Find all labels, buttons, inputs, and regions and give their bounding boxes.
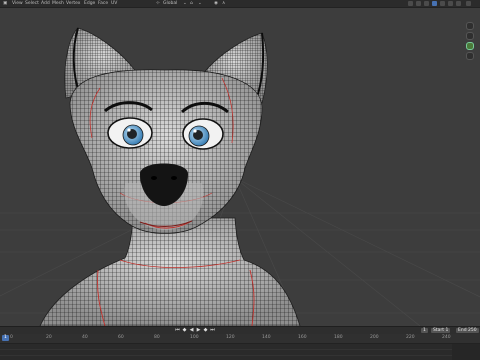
chevron-down-icon: ⌄: [183, 1, 187, 6]
3d-viewport[interactable]: [0, 8, 480, 326]
pivot-icon[interactable]: ⊹: [156, 0, 160, 7]
menu-mesh[interactable]: Mesh: [52, 0, 64, 7]
current-frame-field[interactable]: 1: [421, 328, 428, 333]
ruler-tick: 160: [298, 335, 307, 340]
ruler-tick: 240: [442, 335, 451, 340]
timeline-row-divider: [0, 355, 480, 356]
menu-vertex[interactable]: Vertex: [66, 0, 80, 7]
overlay-toggle-icon[interactable]: [408, 1, 413, 6]
timeline-row-divider: [0, 349, 480, 350]
ruler-tick: 60: [118, 335, 124, 340]
navigation-gizmo[interactable]: [462, 22, 478, 66]
falloff-icon[interactable]: ∧: [222, 0, 225, 7]
ruler-tick: 100: [190, 335, 199, 340]
start-label: Start: [433, 328, 444, 333]
jump-start-icon[interactable]: ⏮: [175, 328, 180, 333]
timeline-out-of-range: [452, 344, 480, 360]
ruler-tick: 180: [334, 335, 343, 340]
next-keyframe-icon[interactable]: ◆: [203, 328, 208, 333]
editor-header: ▣ View Select Add Mesh Vertex Edge Face …: [0, 0, 480, 8]
ruler-tick: 40: [82, 335, 88, 340]
gizmo-toggle-icon[interactable]: [424, 1, 429, 6]
ruler-tick: 20: [46, 335, 52, 340]
pivot-dropdown[interactable]: Global: [163, 0, 177, 7]
view-pan-icon[interactable]: [466, 32, 474, 40]
start-frame-field[interactable]: Start 1: [431, 328, 451, 333]
editor-type-icon[interactable]: ▣: [3, 0, 7, 7]
play-icon[interactable]: ▶: [196, 328, 201, 333]
shading-solid-icon[interactable]: [432, 1, 437, 6]
playhead[interactable]: 1: [2, 335, 9, 341]
magnet-icon[interactable]: ⌂: [190, 0, 193, 7]
viewport-scene: [0, 27, 480, 326]
menu-view[interactable]: View: [12, 0, 23, 7]
play-reverse-icon[interactable]: ◀: [189, 328, 194, 333]
prev-keyframe-icon[interactable]: ◆: [182, 328, 187, 333]
mesh-torso: [39, 217, 301, 326]
end-label: End: [458, 328, 467, 333]
ruler-tick: 220: [406, 335, 415, 340]
shading-rendered-icon[interactable]: [456, 1, 461, 6]
ruler-tick: 140: [262, 335, 271, 340]
end-frame-field[interactable]: End 250: [456, 328, 479, 333]
ruler-tick: 80: [154, 335, 160, 340]
jump-end-icon[interactable]: ⏭: [210, 328, 215, 333]
circle-dot-icon[interactable]: ◉: [214, 0, 218, 7]
view-perspective-icon[interactable]: [466, 52, 474, 60]
view-zoom-icon[interactable]: [466, 22, 474, 30]
menu-add[interactable]: Add: [41, 0, 50, 7]
menu-face[interactable]: Face: [98, 0, 108, 7]
shading-options-icon[interactable]: [466, 1, 471, 6]
menu-edge[interactable]: Edge: [84, 0, 95, 7]
timeline-ruler[interactable]: 1 0 20 40 60 80 100 120 140 160 180 200 …: [0, 334, 480, 344]
menu-uv[interactable]: UV: [111, 0, 117, 7]
mesh-head: [69, 69, 263, 234]
ruler-tick: 200: [370, 335, 379, 340]
end-value: 250: [468, 328, 477, 333]
menu-select[interactable]: Select: [25, 0, 39, 7]
timeline-keyframe-area[interactable]: [0, 344, 480, 360]
shading-wire-icon[interactable]: [440, 1, 445, 6]
chevron-down-icon: ⌄: [198, 1, 202, 6]
ruler-tick: 120: [226, 335, 235, 340]
view-camera-icon[interactable]: [466, 42, 474, 50]
xray-toggle-icon[interactable]: [416, 1, 421, 6]
start-value: 1: [445, 328, 449, 333]
shading-material-icon[interactable]: [448, 1, 453, 6]
ruler-tick: 0: [10, 335, 13, 340]
